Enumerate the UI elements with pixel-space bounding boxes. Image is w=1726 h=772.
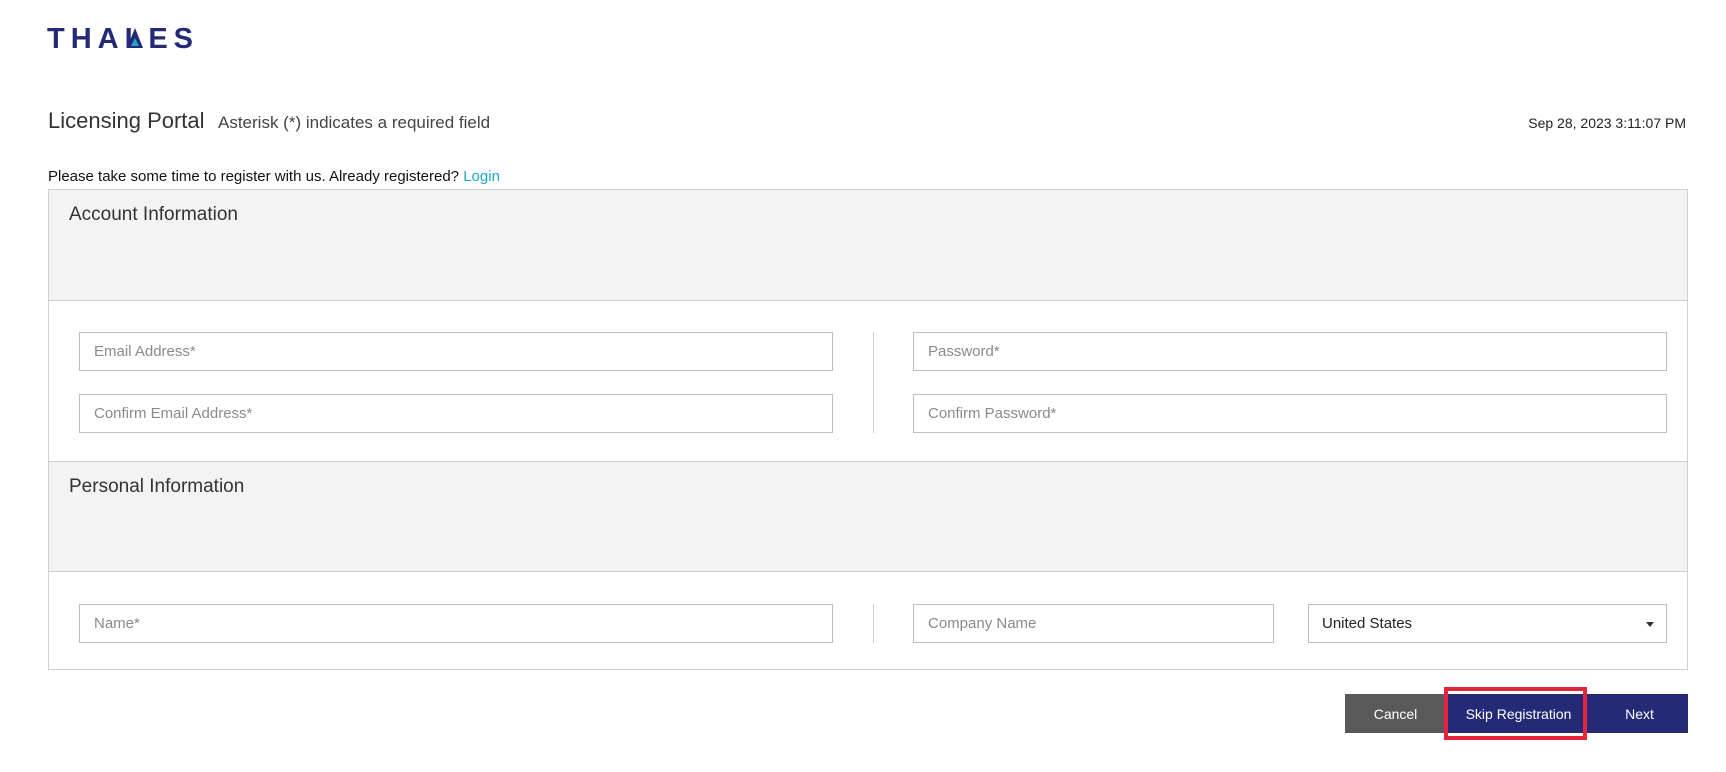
next-button[interactable]: Next [1591,694,1688,733]
registration-form: Account Information Personal Information… [48,189,1688,670]
svg-text:THALES: THALES [47,24,199,52]
personal-info-header: Personal Information [49,461,1687,572]
password-field[interactable] [914,333,1666,370]
caret-down-icon [1646,622,1654,627]
name-field[interactable] [80,605,832,642]
login-link[interactable]: Login [463,168,500,185]
skip-registration-button[interactable]: Skip Registration [1446,694,1591,733]
company-field-wrapper [913,604,1274,643]
required-field-note: Asterisk (*) indicates a required field [218,113,491,132]
confirm-password-field[interactable] [914,395,1666,432]
column-divider [873,332,874,433]
thales-logo: THALES [47,24,247,52]
email-field-wrapper [79,332,833,371]
register-intro-text: Please take some time to register with u… [48,168,460,185]
name-field-wrapper [79,604,833,643]
cancel-button[interactable]: Cancel [1345,694,1446,733]
confirm-password-field-wrapper [913,394,1667,433]
company-name-field[interactable] [914,605,1273,642]
confirm-email-field[interactable] [80,395,832,432]
country-select-value: United States [1322,615,1413,632]
personal-info-title: Personal Information [69,476,245,497]
page-title: Licensing Portal [48,108,205,133]
confirm-email-field-wrapper [79,394,833,433]
country-select[interactable]: United States [1308,604,1667,643]
header-row: Licensing Portal Asterisk (*) indicates … [48,108,1686,138]
password-field-wrapper [913,332,1667,371]
register-intro: Please take some time to register with u… [48,168,500,185]
email-field[interactable] [80,333,832,370]
account-info-header: Account Information [49,190,1687,301]
column-divider [873,604,874,643]
account-info-title: Account Information [69,204,238,225]
timestamp: Sep 28, 2023 3:11:07 PM [1528,115,1686,131]
